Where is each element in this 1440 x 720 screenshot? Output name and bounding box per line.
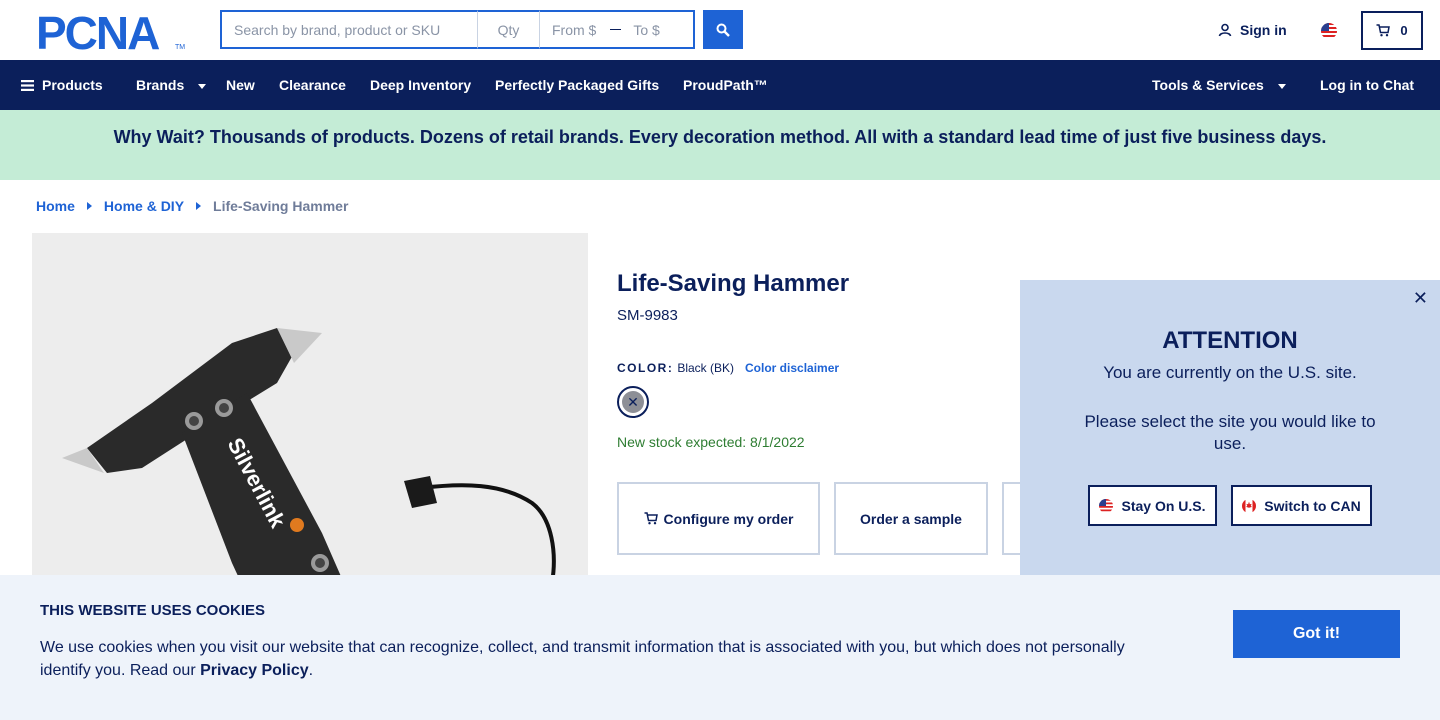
cart-icon (644, 512, 658, 525)
promo-text: Why Wait? Thousands of products. Dozens … (113, 127, 1327, 147)
nav-products-label: Products (42, 77, 103, 93)
nav-chat-login[interactable]: Log in to Chat (1320, 77, 1414, 93)
search-bar: Search by brand, product or SKU Qty From… (220, 10, 695, 49)
canada-flag-icon (1242, 498, 1257, 513)
product-sku: SM-9983 (617, 307, 678, 324)
color-value: Black (BK) (677, 361, 735, 375)
range-dash (610, 29, 622, 30)
nav-tools-services[interactable]: Tools & Services (1152, 77, 1286, 93)
us-flag-icon[interactable] (1321, 23, 1337, 39)
search-button[interactable] (703, 10, 743, 49)
configure-order-button[interactable]: Configure my order (617, 482, 820, 555)
close-icon[interactable]: ✕ (1413, 288, 1428, 309)
cart-count: 0 (1400, 23, 1408, 38)
cookie-title: THIS WEBSITE USES COOKIES (40, 602, 266, 619)
order-sample-label: Order a sample (860, 510, 962, 527)
breadcrumb-home[interactable]: Home (36, 198, 75, 214)
stay-us-label: Stay On U.S. (1121, 497, 1206, 514)
nav-brands[interactable]: Brands (136, 77, 207, 93)
cookie-accept-button[interactable]: Got it! (1233, 610, 1400, 658)
color-disclaimer-link[interactable]: Color disclaimer (745, 361, 839, 375)
chevron-right-icon (86, 202, 92, 210)
nav-new[interactable]: New (226, 77, 255, 93)
privacy-policy-link[interactable]: Privacy Policy (200, 662, 309, 679)
nav-brands-label: Brands (136, 77, 185, 93)
modal-current-site-text: You are currently on the U.S. site. (1103, 363, 1357, 382)
breadcrumb-category[interactable]: Home & DIY (104, 198, 184, 214)
chevron-right-icon (196, 202, 202, 210)
breadcrumb-current: Life-Saving Hammer (213, 198, 349, 214)
site-header: PCNA TM Search by brand, product or SKU … (0, 0, 1440, 60)
nav-products[interactable]: Products (21, 77, 103, 93)
cookie-text: We use cookies when you visit our websit… (40, 639, 1125, 679)
hamburger-icon (21, 79, 34, 91)
sign-in-link[interactable]: Sign in (1218, 22, 1287, 38)
us-flag-icon (1099, 498, 1114, 513)
modal-select-site-text: Please select the site you would like to… (1084, 412, 1376, 453)
close-icon: ✕ (622, 391, 644, 413)
price-range-input[interactable]: From $ To $ (540, 10, 695, 49)
nav-clearance[interactable]: Clearance (279, 77, 346, 93)
color-swatch-black[interactable]: ✕ (617, 386, 649, 418)
nav-proudpath[interactable]: ProudPath™ (683, 77, 768, 93)
product-title: Life-Saving Hammer (617, 270, 850, 297)
stay-us-button[interactable]: Stay On U.S. (1088, 485, 1217, 526)
switch-can-button[interactable]: Switch to CAN (1231, 485, 1372, 526)
brand-mark-icon (290, 518, 304, 532)
svg-text:TM: TM (175, 44, 185, 51)
svg-text:PCNA: PCNA (36, 11, 159, 51)
user-icon (1218, 23, 1232, 37)
nav-tools-label: Tools & Services (1152, 77, 1264, 93)
switch-can-label: Switch to CAN (1264, 497, 1361, 514)
qty-input[interactable]: Qty (478, 10, 540, 49)
search-icon (716, 23, 730, 37)
stock-status: New stock expected: 8/1/2022 (617, 434, 805, 450)
main-nav: Products Brands New Clearance Deep Inven… (0, 60, 1440, 110)
configure-order-label: Configure my order (663, 510, 794, 527)
cart-button[interactable]: 0 (1361, 11, 1423, 50)
modal-title: ATTENTION (1162, 327, 1298, 354)
sign-in-label: Sign in (1240, 22, 1287, 38)
price-from-input[interactable]: From $ (552, 22, 596, 38)
cookie-banner: THIS WEBSITE USES COOKIES We use cookies… (0, 575, 1440, 720)
color-label: COLOR: (617, 361, 674, 375)
chevron-down-icon (1277, 83, 1286, 89)
breadcrumb: Home Home & DIY Life-Saving Hammer (36, 198, 348, 214)
nav-gifts[interactable]: Perfectly Packaged Gifts (495, 77, 659, 93)
color-row: COLOR: Black (BK) Color disclaimer (617, 361, 839, 375)
chevron-down-icon (198, 83, 207, 89)
cart-icon (1376, 24, 1391, 37)
nav-deep-inventory[interactable]: Deep Inventory (370, 77, 471, 93)
price-to-input[interactable]: To $ (633, 22, 659, 38)
pcna-logo[interactable]: PCNA TM (36, 11, 186, 51)
promo-banner: Why Wait? Thousands of products. Dozens … (0, 110, 1440, 180)
search-input[interactable]: Search by brand, product or SKU (220, 10, 478, 49)
order-sample-button[interactable]: Order a sample (834, 482, 988, 555)
